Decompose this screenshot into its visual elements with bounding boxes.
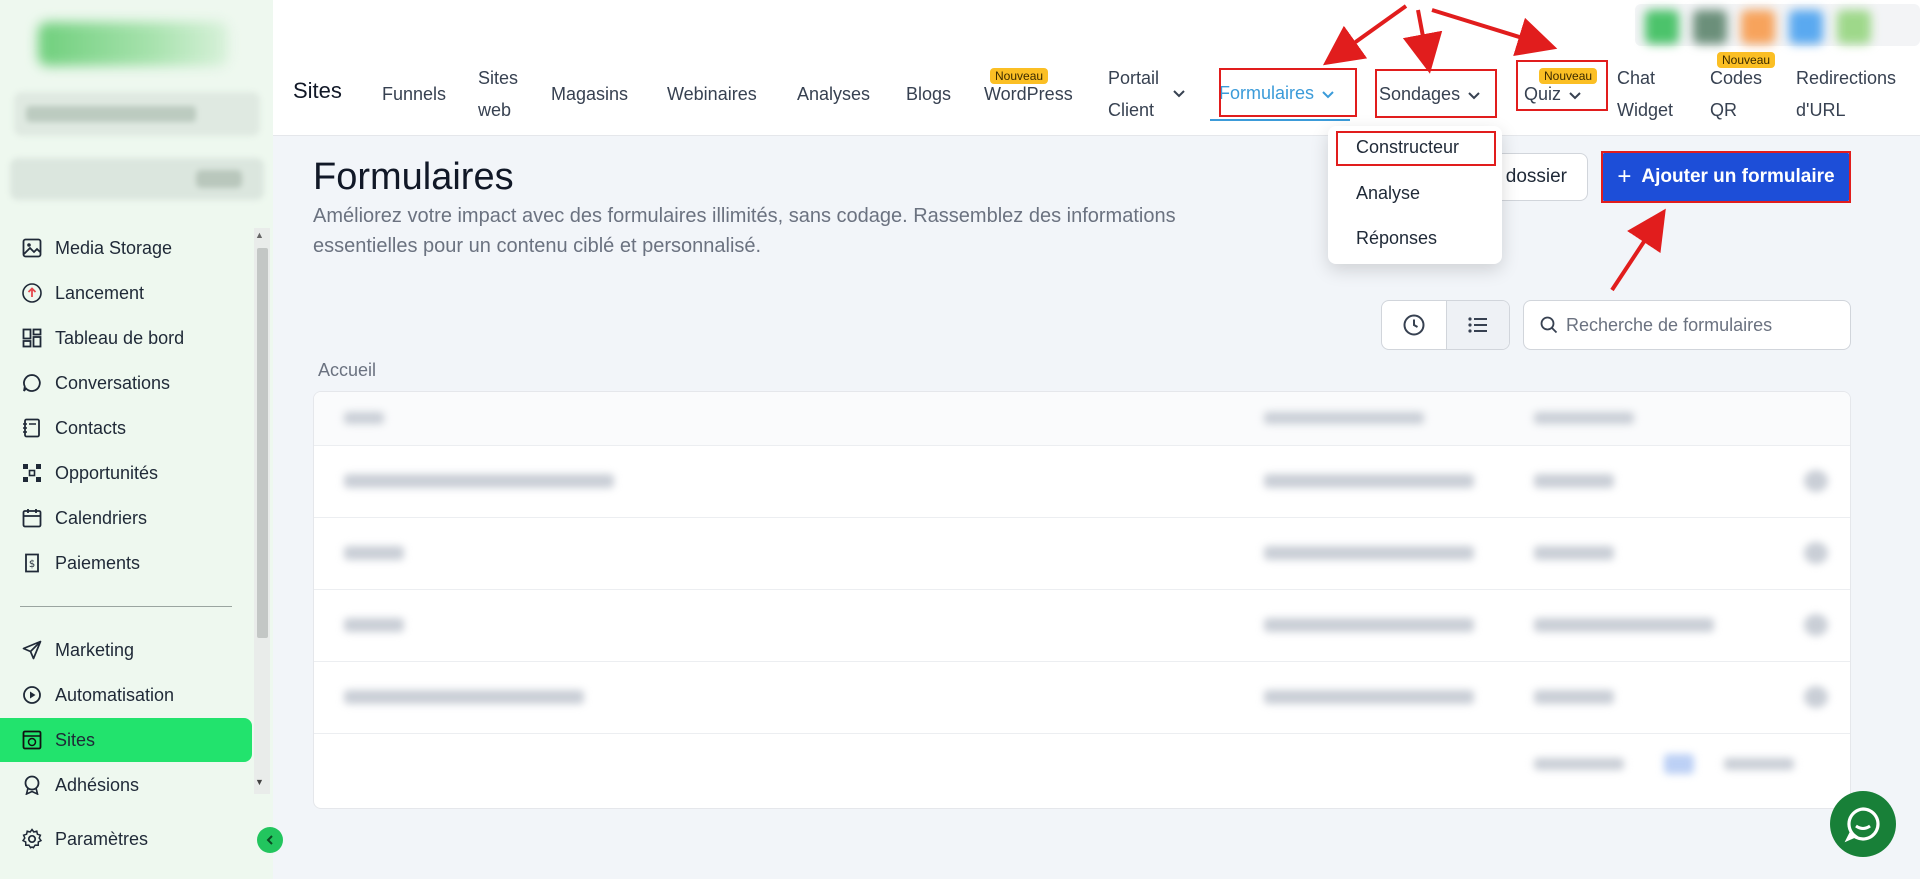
automation-icon	[20, 683, 44, 707]
annotation-box-sondages	[1375, 69, 1497, 118]
tab-blogs[interactable]: Blogs	[906, 78, 951, 110]
globe-icon	[20, 728, 44, 752]
menu-item-analyse[interactable]: Analyse	[1356, 183, 1420, 204]
recent-view-button[interactable]	[1382, 301, 1446, 349]
sidebar-item-label: Paiements	[55, 552, 141, 573]
sidebar-item-label: Conversations	[55, 372, 171, 393]
sidebar-item-parametres[interactable]: Paramètres	[0, 817, 252, 861]
avatar[interactable]	[1741, 10, 1775, 44]
forms-table	[313, 391, 1851, 809]
sidebar-item-label: Paramètres	[55, 828, 149, 849]
avatar[interactable]	[1789, 10, 1823, 44]
menu-item-reponses[interactable]: Réponses	[1356, 228, 1437, 249]
tab-redirections-url[interactable]: Redirections d'URL	[1796, 62, 1896, 126]
annotation-box-constructeur	[1336, 131, 1496, 166]
table-row[interactable]	[314, 590, 1850, 662]
send-icon	[20, 638, 44, 662]
sidebar-item-label: Media Storage	[55, 237, 173, 258]
annotation-box-quiz	[1516, 60, 1608, 111]
sidebar-item-automatisation[interactable]: Automatisation	[0, 673, 252, 717]
search-field[interactable]	[1523, 300, 1851, 350]
image-icon	[20, 236, 44, 260]
sidebar-item-label: Marketing	[55, 639, 135, 660]
search-icon	[1540, 316, 1558, 334]
sidebar-item-label: Opportunités	[55, 462, 159, 483]
section-title: Sites	[293, 78, 342, 103]
search-input[interactable]	[1566, 314, 1846, 336]
tab-webinaires[interactable]: Webinaires	[667, 78, 757, 110]
header-user-area[interactable]	[1635, 4, 1920, 46]
table-row[interactable]	[314, 518, 1850, 590]
quick-search[interactable]	[10, 158, 264, 200]
pipeline-icon	[20, 461, 44, 485]
svg-text:$: $	[29, 559, 35, 570]
sidebar-item-conversations[interactable]: Conversations	[0, 361, 252, 405]
list-icon	[1468, 317, 1487, 333]
avatar[interactable]	[1693, 10, 1727, 44]
tab-chat-widget[interactable]: Chat Widget	[1617, 62, 1673, 126]
gear-icon	[20, 827, 44, 851]
calendar-icon	[20, 506, 44, 530]
sidebar-item-tableau-de-bord[interactable]: Tableau de bord	[0, 316, 252, 360]
chevron-down-icon[interactable]	[1171, 85, 1187, 101]
sidebar-item-calendriers[interactable]: Calendriers	[0, 496, 252, 540]
tab-magasins[interactable]: Magasins	[551, 78, 628, 110]
collapse-sidebar-button[interactable]	[257, 827, 283, 853]
sidebar-item-label: Adhésions	[55, 774, 140, 795]
tab-wordpress[interactable]: WordPress	[984, 78, 1073, 110]
tab-sites-web[interactable]: Sites web	[478, 62, 518, 126]
tab-codes-qr[interactable]: Codes QR	[1710, 62, 1762, 126]
chat-icon	[1844, 807, 1880, 843]
chevron-left-icon	[266, 835, 273, 845]
sidebar-item-opportunites[interactable]: Opportunités	[0, 451, 252, 495]
tab-analyses[interactable]: Analyses	[797, 78, 870, 110]
sidebar-item-label: Calendriers	[55, 507, 148, 528]
clock-icon	[1403, 314, 1425, 336]
list-view-button[interactable]	[1445, 301, 1509, 349]
sidebar-item-contacts[interactable]: Contacts	[0, 406, 252, 450]
breadcrumb[interactable]: Accueil	[318, 360, 376, 381]
chat-bubble-icon	[20, 371, 44, 395]
sidebar-scroll-thumb[interactable]	[257, 248, 268, 638]
receipt-icon: $	[20, 551, 44, 575]
tab-funnels[interactable]: Funnels	[382, 78, 446, 110]
page-title: Formulaires	[313, 156, 514, 198]
annotation-box-add-form	[1601, 151, 1851, 203]
page-description: Améliorez votre impact avec des formulai…	[313, 205, 1176, 257]
table-row[interactable]	[314, 662, 1850, 734]
sidebar-item-label: Automatisation	[55, 684, 175, 705]
sidebar-item-paiements[interactable]: $ Paiements	[0, 541, 252, 585]
sidebar-item-marketing[interactable]: Marketing	[0, 628, 252, 672]
tab-portail-client[interactable]: Portail Client	[1108, 62, 1159, 126]
top-navigation: Sites Funnels Sites web Magasins Webinai…	[273, 0, 1920, 136]
table-header	[314, 392, 1850, 446]
table-pagination	[314, 734, 1850, 794]
avatar[interactable]	[1645, 10, 1679, 44]
sidebar-item-lancement[interactable]: Lancement	[0, 271, 252, 315]
scroll-up-arrow-icon[interactable]: ▲	[255, 230, 264, 240]
sidebar-item-label: Tableau de bord	[55, 327, 185, 348]
dashboard-icon	[20, 326, 44, 350]
arrow-to-add-form	[1610, 208, 1666, 292]
sidebar: Media Storage Lancement Tableau de bord …	[0, 0, 273, 879]
table-row[interactable]	[314, 446, 1850, 518]
sidebar-item-label: Lancement	[55, 282, 145, 303]
sidebar-item-label: Sites	[55, 729, 96, 750]
view-toggle	[1381, 300, 1510, 350]
avatar[interactable]	[1837, 10, 1871, 44]
sidebar-item-label: Contacts	[55, 417, 127, 438]
contacts-book-icon	[20, 416, 44, 440]
sidebar-divider	[20, 606, 232, 607]
sidebar-item-media-storage[interactable]: Media Storage	[0, 226, 252, 270]
rocket-icon	[20, 281, 44, 305]
award-icon	[20, 773, 44, 797]
active-tab-underline	[1210, 119, 1350, 121]
sidebar-item-sites[interactable]: Sites	[0, 718, 252, 762]
annotation-box-formulaires	[1219, 68, 1357, 117]
account-switcher[interactable]	[14, 92, 260, 136]
company-logo	[38, 22, 228, 66]
sidebar-item-adhesions[interactable]: Adhésions	[0, 763, 252, 807]
chat-support-button[interactable]	[1830, 791, 1896, 857]
scroll-down-arrow-icon[interactable]: ▼	[255, 777, 264, 787]
